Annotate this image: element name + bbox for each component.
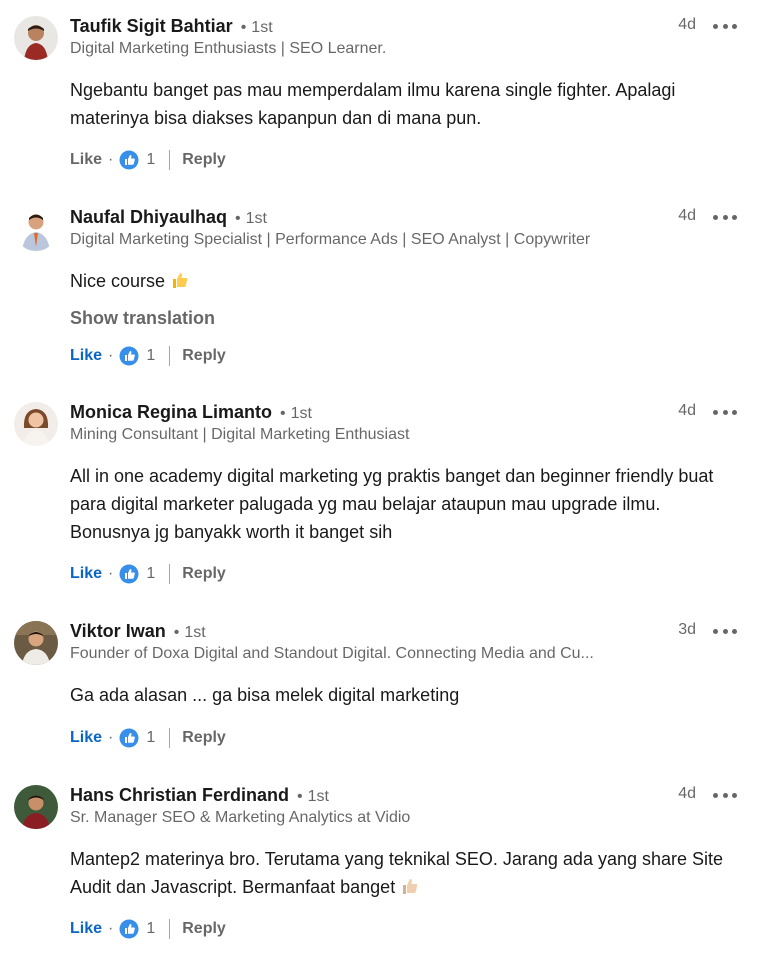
separator-dot: · xyxy=(108,151,114,168)
avatar-photo xyxy=(14,621,58,665)
author-name[interactable]: Viktor Iwan xyxy=(70,621,166,642)
comment-text: Nice course xyxy=(70,267,740,295)
more-options-icon[interactable] xyxy=(713,625,737,637)
comment-actions: Like · 1 Reply xyxy=(70,728,226,748)
comment-actions: Like · 1 Reply xyxy=(70,919,226,939)
reply-button[interactable]: Reply xyxy=(182,151,226,169)
more-options-icon[interactable] xyxy=(713,20,737,32)
author-headline: Founder of Doxa Digital and Standout Dig… xyxy=(70,645,594,662)
comment-timestamp: 4d xyxy=(678,207,696,224)
comment-item: Taufik Sigit Bahtiar • 1st Digital Market… xyxy=(0,0,768,190)
avatar[interactable] xyxy=(14,207,58,251)
like-reaction-icon[interactable] xyxy=(119,150,139,170)
avatar-photo xyxy=(14,16,58,60)
author-headline: Digital Marketing Enthusiasts | SEO Lear… xyxy=(70,40,387,57)
comment-timestamp: 3d xyxy=(678,621,696,638)
thumbs-up-light-skin-icon xyxy=(403,879,418,894)
thumbs-up-icon xyxy=(173,273,188,288)
comment-timestamp: 4d xyxy=(678,16,696,33)
connection-degree: • 1st xyxy=(280,405,312,422)
like-button[interactable]: Like xyxy=(70,729,102,747)
connection-degree: • 1st xyxy=(173,624,206,641)
like-reaction-icon[interactable] xyxy=(119,346,139,366)
reply-button[interactable]: Reply xyxy=(182,565,226,583)
author-row: Hans Christian Ferdinand • 1st xyxy=(70,785,329,806)
reply-button[interactable]: Reply xyxy=(182,347,226,365)
author-name[interactable]: Monica Regina Limanto xyxy=(70,402,272,423)
divider xyxy=(169,728,171,748)
author-headline: Digital Marketing Specialist | Performan… xyxy=(70,231,591,248)
comment-timestamp: 4d xyxy=(678,785,696,802)
avatar[interactable] xyxy=(14,621,58,665)
author-name[interactable]: Hans Christian Ferdinand xyxy=(70,785,289,806)
like-reaction-icon[interactable] xyxy=(119,919,139,939)
reaction-count[interactable]: 1 xyxy=(146,565,155,583)
comment-actions: Like · 1 Reply xyxy=(70,150,226,170)
comment-text: Mantep2 materinya bro. Terutama yang tek… xyxy=(70,849,724,897)
more-options-icon[interactable] xyxy=(713,406,737,418)
like-reaction-icon[interactable] xyxy=(119,728,139,748)
comment-text: All in one academy digital marketing yg … xyxy=(70,466,714,542)
connection-degree: • 1st xyxy=(240,19,273,36)
author-row: Viktor Iwan • 1st xyxy=(70,621,206,642)
more-options-icon[interactable] xyxy=(713,211,737,223)
reaction-count[interactable]: 1 xyxy=(146,920,155,938)
comment-item: Naufal Dhiyaulhaq • 1st Digital Marketing… xyxy=(0,191,768,386)
author-headline: Mining Consultant | Digital Marketing En… xyxy=(70,426,410,443)
more-options-icon[interactable] xyxy=(713,789,737,801)
like-button[interactable]: Like xyxy=(70,565,102,583)
like-reaction-icon[interactable] xyxy=(119,564,139,584)
comment-text: Ngebantu banget pas mau memperdalam ilmu… xyxy=(70,80,676,128)
separator-dot: · xyxy=(108,565,114,582)
author-name[interactable]: Naufal Dhiyaulhaq xyxy=(70,207,227,228)
avatar[interactable] xyxy=(14,785,58,829)
like-button[interactable]: Like xyxy=(70,920,102,938)
author-row: Taufik Sigit Bahtiar • 1st xyxy=(70,16,273,37)
comment-actions: Like · 1 Reply xyxy=(70,564,226,584)
comment-item: Monica Regina Limanto • 1st Mining Consul… xyxy=(0,386,768,606)
comment-actions: Like · 1 Reply xyxy=(70,346,226,366)
reaction-count[interactable]: 1 xyxy=(146,347,155,365)
show-translation-link[interactable]: Show translation xyxy=(70,308,215,329)
author-row: Monica Regina Limanto • 1st xyxy=(70,402,312,423)
avatar-photo xyxy=(14,207,58,251)
reaction-count[interactable]: 1 xyxy=(146,151,155,169)
comment-text: Ga ada alasan ... ga bisa melek digital … xyxy=(70,685,460,705)
comment-item: Hans Christian Ferdinand • 1st Sr. Manage… xyxy=(0,769,768,954)
separator-dot: · xyxy=(108,920,114,937)
avatar-photo xyxy=(14,785,58,829)
reply-button[interactable]: Reply xyxy=(182,920,226,938)
author-name[interactable]: Taufik Sigit Bahtiar xyxy=(70,16,233,37)
connection-degree: • 1st xyxy=(235,210,267,227)
author-headline: Sr. Manager SEO & Marketing Analytics at… xyxy=(70,809,411,826)
connection-degree: • 1st xyxy=(297,788,329,805)
separator-dot: · xyxy=(108,729,114,746)
divider xyxy=(169,346,171,366)
avatar[interactable] xyxy=(14,16,58,60)
comment-item: Viktor Iwan • 1st Founder of Doxa Digital… xyxy=(0,605,768,770)
reply-button[interactable]: Reply xyxy=(182,729,226,747)
comment-timestamp: 4d xyxy=(678,402,696,419)
avatar[interactable] xyxy=(14,402,58,446)
like-button[interactable]: Like xyxy=(70,151,102,169)
divider xyxy=(169,919,171,939)
reaction-count[interactable]: 1 xyxy=(146,729,155,747)
divider xyxy=(169,564,171,584)
separator-dot: · xyxy=(108,347,114,364)
author-row: Naufal Dhiyaulhaq • 1st xyxy=(70,207,267,228)
avatar-photo xyxy=(14,402,58,446)
like-button[interactable]: Like xyxy=(70,347,102,365)
divider xyxy=(169,150,171,170)
